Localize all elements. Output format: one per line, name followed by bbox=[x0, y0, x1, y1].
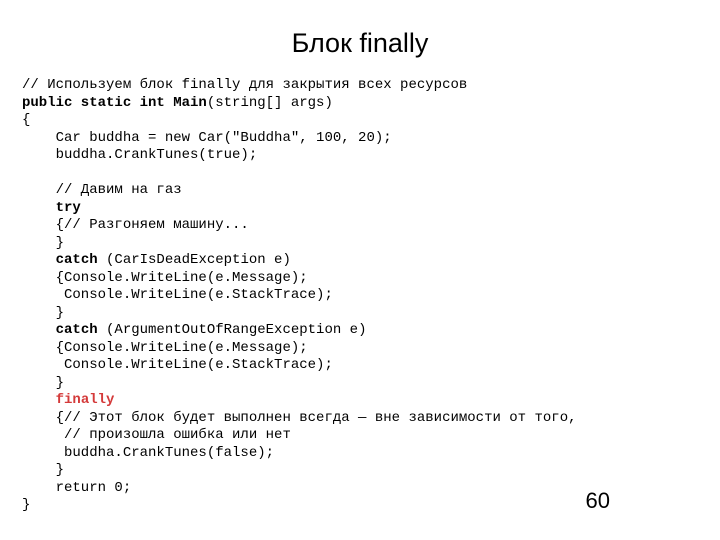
code-line: } bbox=[22, 497, 30, 513]
code-line: Console.WriteLine(e.StackTrace); bbox=[22, 357, 333, 373]
code-line: Car buddha = new Car("Buddha", 100, 20); bbox=[22, 130, 392, 146]
code-keyword-finally: finally bbox=[56, 392, 115, 408]
code-line: {Console.WriteLine(e.Message); bbox=[22, 270, 308, 286]
code-line: } bbox=[22, 235, 64, 251]
code-line: Console.WriteLine(e.StackTrace); bbox=[22, 287, 333, 303]
code-line: } bbox=[22, 305, 64, 321]
code-keyword: try bbox=[56, 200, 81, 216]
code-line: return 0; bbox=[22, 480, 131, 496]
code-keyword: catch bbox=[56, 252, 98, 268]
code-line: // Давим на газ bbox=[22, 182, 182, 198]
code-line: {// Разгоняем машину... bbox=[22, 217, 249, 233]
code-line: (string[] args) bbox=[207, 95, 333, 111]
slide: Блок finally // Используем блок finally … bbox=[0, 0, 720, 540]
code-line: // Используем блок finally для закрытия … bbox=[22, 77, 467, 93]
code-indent bbox=[22, 392, 56, 408]
code-line: buddha.CrankTunes(true); bbox=[22, 147, 257, 163]
code-line: } bbox=[22, 375, 64, 391]
slide-title: Блок finally bbox=[22, 28, 698, 59]
code-keyword: catch bbox=[56, 322, 98, 338]
code-line: // произошла ошибка или нет bbox=[22, 427, 291, 443]
code-line: (CarIsDeadException e) bbox=[98, 252, 291, 268]
code-indent bbox=[22, 322, 56, 338]
code-line: { bbox=[22, 112, 30, 128]
code-block: // Используем блок finally для закрытия … bbox=[22, 77, 698, 515]
code-keyword: public static int Main bbox=[22, 95, 207, 111]
code-indent bbox=[22, 252, 56, 268]
code-line: buddha.CrankTunes(false); bbox=[22, 445, 274, 461]
page-number: 60 bbox=[586, 488, 610, 514]
code-line: {Console.WriteLine(e.Message); bbox=[22, 340, 308, 356]
code-line: (ArgumentOutOfRangeException e) bbox=[98, 322, 367, 338]
code-line: } bbox=[22, 462, 64, 478]
code-line: {// Этот блок будет выполнен всегда — вн… bbox=[22, 410, 577, 426]
code-indent bbox=[22, 200, 56, 216]
